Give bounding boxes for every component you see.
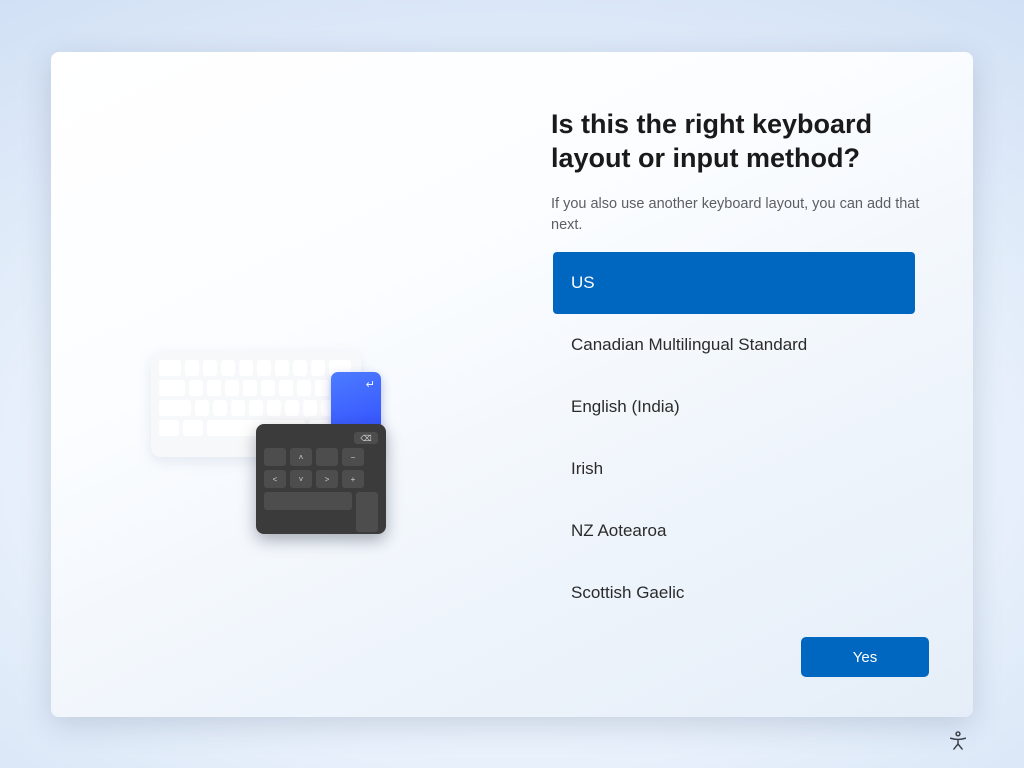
keyboard-layout-list[interactable]: US Canadian Multilingual Standard Englis…	[553, 252, 915, 600]
layout-option-scottish-gaelic[interactable]: Scottish Gaelic	[553, 562, 915, 600]
keyboard-illustration: ⌫ ˄− ˂˅˃+	[151, 302, 421, 542]
layout-label: Scottish Gaelic	[571, 583, 684, 600]
yes-button[interactable]: Yes	[801, 637, 929, 677]
layout-label: US	[571, 273, 595, 293]
layout-option-us[interactable]: US	[553, 252, 915, 314]
layout-option-irish[interactable]: Irish	[553, 438, 915, 500]
layout-option-canadian-multilingual[interactable]: Canadian Multilingual Standard	[553, 314, 915, 376]
layout-label: NZ Aotearoa	[571, 521, 666, 541]
layout-label: Canadian Multilingual Standard	[571, 335, 807, 355]
content-column: Is this the right keyboard layout or inp…	[551, 108, 931, 236]
accessibility-button[interactable]	[946, 730, 970, 754]
page-heading: Is this the right keyboard layout or inp…	[551, 108, 931, 176]
page-subtext: If you also use another keyboard layout,…	[551, 194, 931, 236]
accessibility-icon	[947, 730, 969, 752]
layout-label: English (India)	[571, 397, 680, 417]
layout-label: Irish	[571, 459, 603, 479]
dark-keyboard-graphic: ⌫ ˄− ˂˅˃+	[256, 424, 386, 534]
oobe-panel: ⌫ ˄− ˂˅˃+ Is this the right keyboard lay…	[51, 52, 973, 717]
layout-option-english-india[interactable]: English (India)	[553, 376, 915, 438]
layout-option-nz-aotearoa[interactable]: NZ Aotearoa	[553, 500, 915, 562]
